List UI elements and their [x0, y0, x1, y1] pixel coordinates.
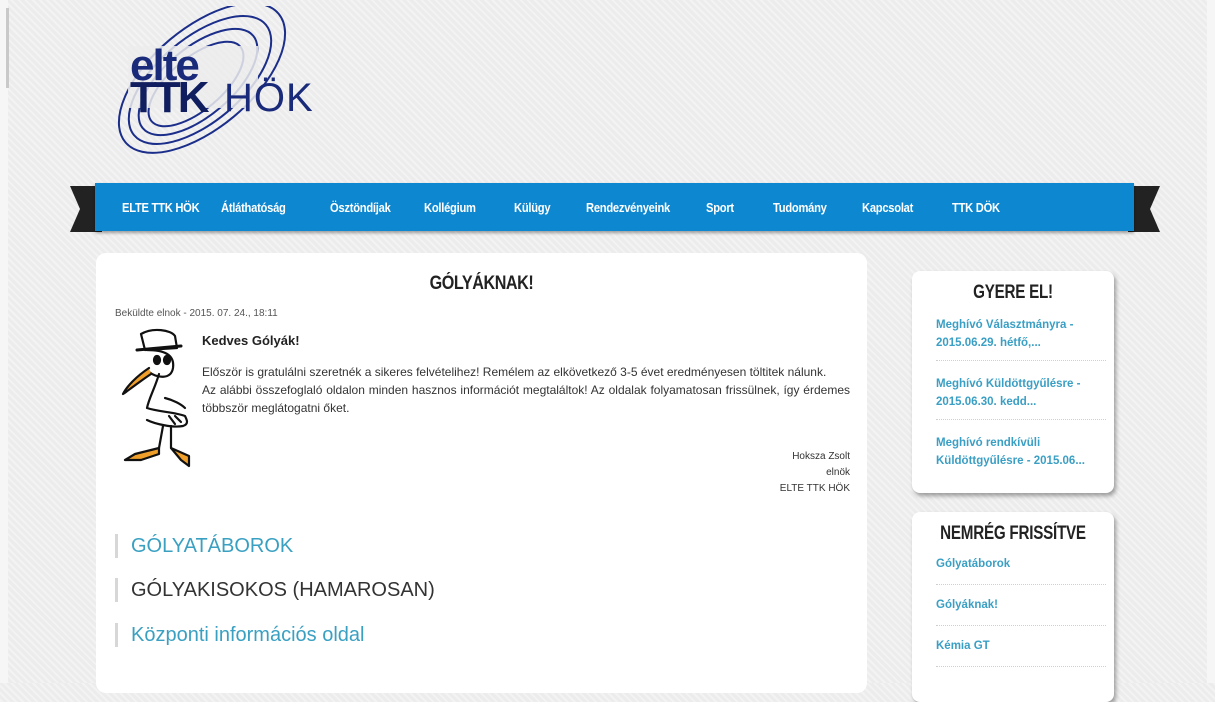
recent-link-golyaknak[interactable]: Gólyáknak! — [936, 596, 1106, 626]
signature-name: Hoksza Zsolt — [792, 451, 850, 462]
logo-ttk-text: TTK — [130, 73, 210, 122]
sidebar-events: GYERE EL! Meghívó Választmányra - 2015.0… — [912, 271, 1114, 493]
sidebar-events-title: GYERE EL! — [973, 282, 1053, 303]
sidebar-events-list: Meghívó Választmányra - 2015.06.29. hétf… — [936, 316, 1106, 478]
main-nav: ELTE TTK HÖK Átláthatóság Ösztöndíjak Ko… — [95, 183, 1134, 231]
nav-item-osztondijak[interactable]: Ösztöndíjak — [330, 200, 411, 215]
nav-item-rendezvenyeink[interactable]: Rendezvényeink — [586, 200, 689, 215]
nav-item-ttk-dok[interactable]: TTK DÖK — [952, 200, 1021, 215]
submitted-info: Beküldte elnok - 2015. 07. 24., 18:11 — [115, 308, 278, 319]
signature-org: ELTE TTK HÖK — [779, 483, 850, 494]
nav-item-kulugy[interactable]: Külügy — [514, 200, 576, 215]
signature: Hoksza Zsolt elnök ELTE TTK HÖK — [780, 449, 850, 497]
recent-link-kemia-gt[interactable]: Kémia GT — [936, 637, 1106, 667]
greeting: Kedves Gólyák! — [202, 333, 300, 348]
site-logo[interactable]: elte TTK HÖK — [92, 6, 322, 166]
nav-item-elte-ttk-hok[interactable]: ELTE TTK HÖK — [122, 200, 207, 215]
link-kozponti-informacios-oldal[interactable]: Központi információs oldal — [115, 623, 364, 647]
nav-item-sport[interactable]: Sport — [706, 200, 764, 215]
article-title: GÓLYÁKNAK! — [429, 273, 534, 294]
recent-link-golyataborok[interactable]: Gólyatáborok — [936, 555, 1106, 585]
nav-item-tudomany[interactable]: Tudomány — [773, 200, 850, 215]
event-link-valasztmany[interactable]: Meghívó Választmányra - 2015.06.29. hétf… — [936, 316, 1106, 361]
article-body: Először is gratulálni szeretnék a sikere… — [202, 363, 850, 417]
scrollbar-thumb[interactable] — [6, 8, 9, 88]
page-edge-left — [0, 0, 8, 683]
stork-illustration — [121, 328, 191, 468]
paragraph-2: Az alábbi összefoglaló oldalon minden ha… — [202, 383, 850, 415]
sidebar-recent-title: NEMRÉG FRISSÍTVE — [940, 523, 1086, 544]
event-link-rendkivuli[interactable]: Meghívó rendkívüli Küldöttgyűlésre - 201… — [936, 434, 1106, 478]
event-link-kuldottgyules[interactable]: Meghívó Küldöttgyűlésre - 2015.06.30. ke… — [936, 375, 1106, 420]
link-golyakisokos: GÓLYAKISOKOS (HAMAROSAN) — [115, 578, 435, 602]
nav-item-kollegium[interactable]: Kollégium — [424, 200, 501, 215]
nav-item-kapcsolat[interactable]: Kapcsolat — [862, 200, 939, 215]
sidebar-recent: NEMRÉG FRISSÍTVE Gólyatáborok Gólyáknak!… — [912, 512, 1114, 702]
main-content: GÓLYÁKNAK! Beküldte elnok - 2015. 07. 24… — [96, 253, 867, 693]
signature-role: elnök — [826, 467, 850, 478]
logo-hok-text: HÖK — [224, 76, 314, 120]
sidebar-recent-list: Gólyatáborok Gólyáknak! Kémia GT — [936, 555, 1106, 667]
paragraph-1: Először is gratulálni szeretnék a sikere… — [202, 365, 827, 379]
link-golyataborok[interactable]: GÓLYATÁBOROK — [115, 534, 293, 558]
page-edge-right — [1207, 0, 1215, 683]
nav-item-atlathatosag[interactable]: Átláthatóság — [221, 200, 315, 215]
